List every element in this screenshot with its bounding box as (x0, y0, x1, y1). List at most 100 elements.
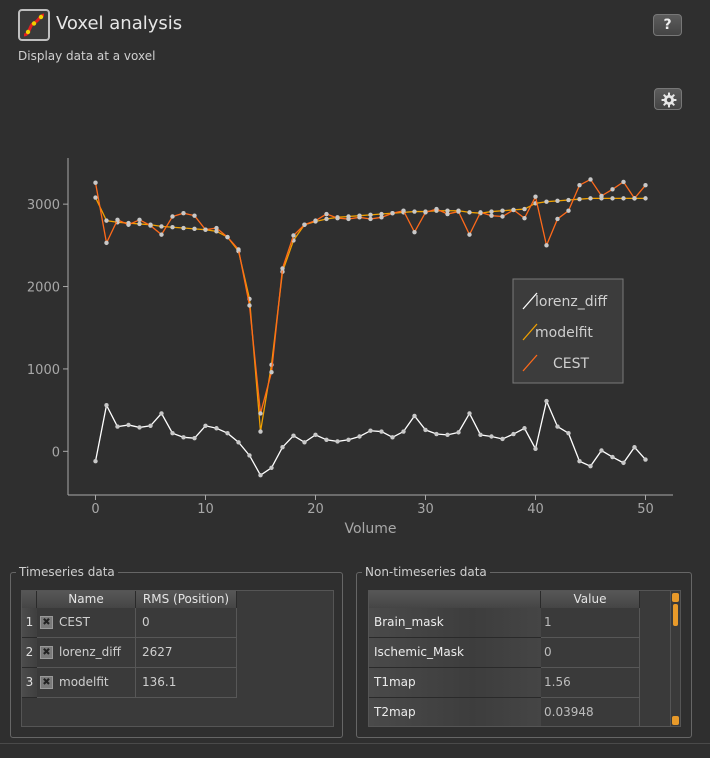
data-point (610, 454, 615, 460)
data-point (621, 196, 626, 201)
name-cell[interactable]: ✖ lorenz_diff (37, 638, 136, 668)
series-line-lorenz_diff (94, 398, 646, 477)
data-point (555, 198, 560, 204)
data-point (258, 411, 263, 416)
data-point (247, 453, 252, 458)
data-point (544, 243, 549, 248)
data-point (280, 445, 285, 450)
data-point (445, 432, 450, 438)
data-point (148, 423, 153, 428)
voxel-plot[interactable]: 0 10 20 30 40 50 0 1000 2000 3000 Volume lorenz_di… (0, 140, 710, 545)
data-point (368, 216, 373, 222)
data-point (555, 424, 560, 429)
data-point (621, 179, 626, 185)
data-point (170, 225, 175, 230)
data-point (478, 210, 483, 215)
data-point (137, 217, 142, 222)
data-point (467, 210, 472, 215)
data-point (302, 440, 307, 445)
data-point (291, 433, 296, 438)
data-point (291, 233, 296, 238)
data-point (643, 196, 648, 201)
x-tick-label: 40 (527, 502, 544, 517)
nontimeseries-table: Value Brain_mask 1 Ischemic_Mask 0 T1map… (368, 590, 681, 727)
data-point (445, 211, 450, 217)
y-tick-label: 3000 (27, 198, 60, 213)
data-point (115, 217, 120, 222)
legend-label: CEST (553, 356, 590, 372)
scroll-down-arrow-icon[interactable] (672, 716, 679, 725)
column-header-name[interactable] (369, 591, 541, 608)
data-point (544, 199, 549, 204)
legend-label: modelfit (535, 325, 593, 341)
data-point (368, 212, 373, 218)
settings-button[interactable] (654, 88, 682, 110)
vertical-scrollbar[interactable] (670, 591, 680, 726)
data-point (566, 208, 571, 213)
row-number: 3 (22, 668, 37, 698)
remove-checkbox[interactable]: ✖ (40, 616, 53, 629)
data-point (434, 206, 439, 212)
data-point (610, 187, 615, 192)
data-point (104, 218, 109, 223)
data-point (170, 431, 175, 436)
app-subtitle: Display data at a voxel (18, 49, 156, 63)
data-point (247, 303, 252, 308)
data-point (203, 423, 208, 428)
data-point (412, 413, 417, 419)
gear-icon (661, 92, 677, 108)
rms-cell: 0 (136, 608, 237, 638)
data-point (577, 196, 582, 202)
data-point (236, 247, 241, 252)
y-tick-label: 2000 (27, 281, 60, 296)
window-bottom-divider (0, 743, 710, 744)
column-header-rms[interactable]: RMS (Position) (136, 591, 237, 608)
legend-label: lorenz_diff (535, 294, 608, 310)
data-point (93, 459, 98, 464)
data-point (181, 211, 186, 216)
column-header-value[interactable]: Value (541, 591, 640, 608)
data-point (412, 209, 417, 214)
data-point (357, 434, 362, 439)
series-lorenz_diff (93, 398, 648, 478)
data-point (324, 437, 329, 442)
name-cell[interactable]: ✖ CEST (37, 608, 136, 638)
data-point (181, 435, 186, 440)
remove-checkbox[interactable]: ✖ (40, 676, 53, 689)
scroll-up-arrow-icon[interactable] (672, 593, 679, 602)
name-cell: T1map (369, 668, 541, 698)
data-point (401, 429, 406, 434)
data-point (379, 215, 384, 220)
name-cell[interactable]: ✖ modelfit (37, 668, 136, 698)
data-point (489, 209, 494, 214)
series-name: lorenz_diff (59, 645, 121, 659)
data-point (533, 446, 538, 452)
data-point (159, 224, 164, 229)
data-point (632, 196, 637, 201)
x-tick-label: 30 (417, 502, 434, 517)
data-point (544, 398, 549, 404)
plot-legend: lorenz_diff modelfit CEST (512, 278, 624, 384)
remove-checkbox[interactable]: ✖ (40, 646, 53, 659)
x-tick-label: 50 (637, 502, 654, 517)
scroll-thumb[interactable] (673, 604, 678, 626)
data-point (115, 424, 120, 429)
data-point (335, 439, 340, 444)
data-point (302, 222, 307, 227)
data-point (456, 209, 461, 214)
value-cell: 1 (541, 608, 640, 638)
data-point (236, 440, 241, 445)
data-point (423, 210, 428, 215)
timeseries-table: Name RMS (Position) 1 ✖ CEST 0 2 ✖ loren… (21, 590, 334, 727)
value-cell: 0 (541, 638, 640, 668)
help-button[interactable]: ? (653, 14, 682, 36)
column-header-name[interactable]: Name (37, 591, 136, 608)
data-point (599, 448, 604, 453)
y-tick-label: 1000 (27, 363, 60, 378)
data-point (214, 225, 219, 231)
rms-cell: 2627 (136, 638, 237, 668)
data-point (533, 194, 538, 199)
data-point (555, 216, 560, 222)
data-point (621, 460, 626, 466)
data-point (192, 213, 197, 218)
